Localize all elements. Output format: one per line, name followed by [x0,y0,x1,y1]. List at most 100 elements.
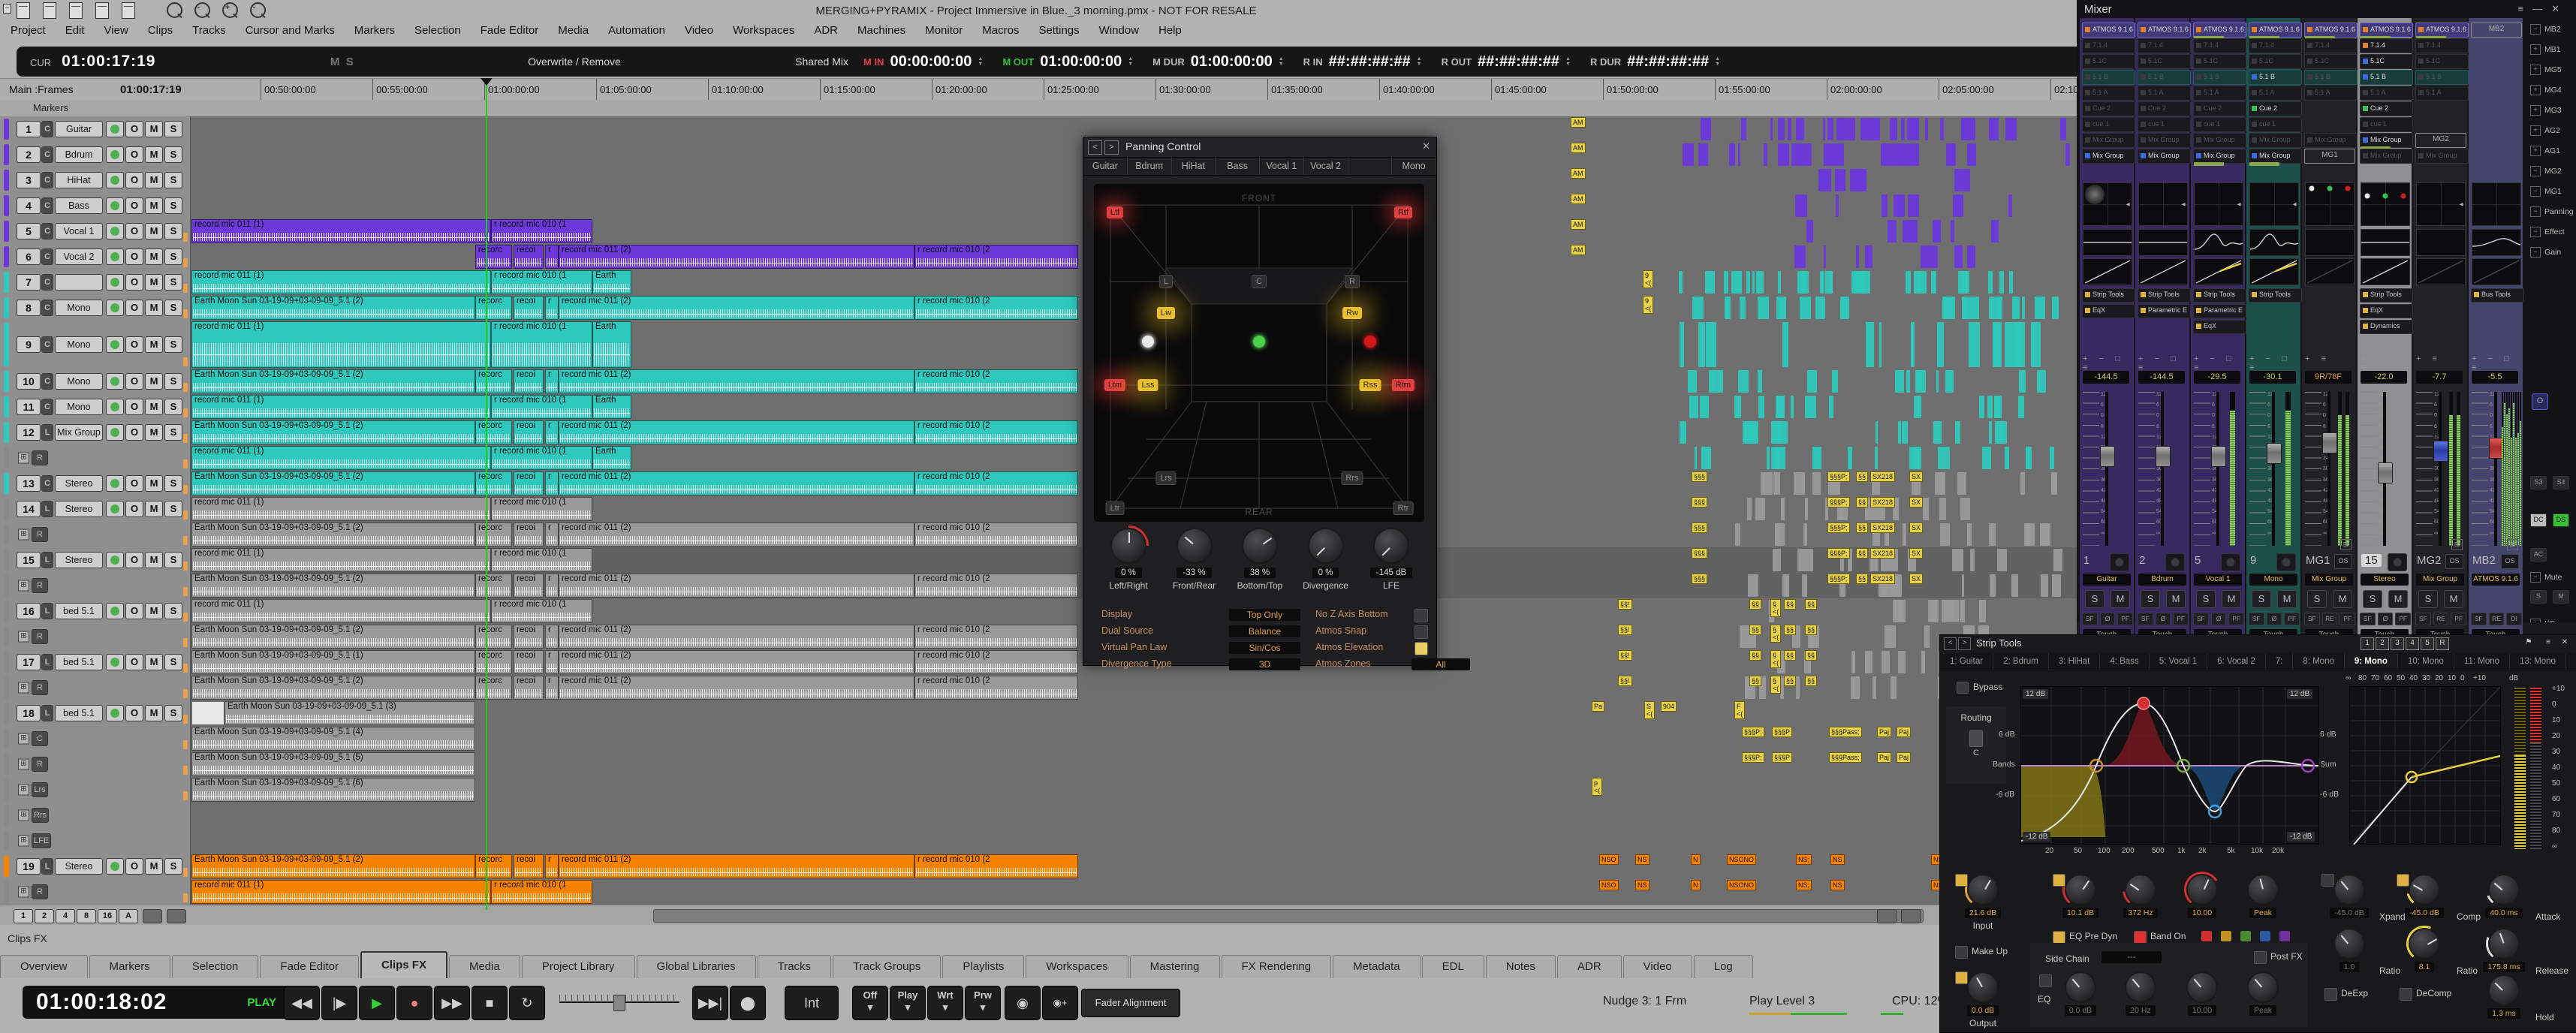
audio-clip[interactable]: Earth Moon Sun 03-19-09+03-09-09_5.1 (6) [191,778,475,802]
setting-display[interactable]: Top Only [1229,609,1300,621]
solo-button[interactable]: S [164,121,182,137]
bus-send-5-1-b[interactable]: 5.1 B [2193,70,2246,85]
clip-fragment[interactable] [1777,421,1780,444]
bus-send-cue-2[interactable]: Cue 2 [2138,101,2191,116]
mark-field-r-dur[interactable]: R DUR##:##:##:##▲▼ [1590,53,1720,71]
clip-fragment[interactable] [1773,472,1779,495]
offline-clip-chip[interactable]: §§ [1749,625,1761,635]
track-number[interactable]: 9 [17,336,41,353]
track-mode-button[interactable]: C [41,475,53,492]
bus-send-5-1c[interactable]: 5.1C [2193,54,2246,69]
clip-fragment[interactable] [2065,143,2070,166]
strip-name[interactable]: Mix Group [2305,574,2353,586]
strip-tab-13-mono[interactable]: 13: Mono [2510,653,2566,670]
offline-clip-chip[interactable]: Paj [1897,752,1911,763]
clip-fragment[interactable] [1731,271,1742,294]
solo-button[interactable]: S [164,223,182,239]
strip-tab-9-mono[interactable]: 9: Mono [2345,653,2398,670]
menu-settings[interactable]: Settings [1038,24,1079,42]
subtrack-channel-button[interactable]: R [32,629,48,644]
tab-overview[interactable]: Overview [0,955,88,978]
audio-clip[interactable]: recoi [514,650,544,674]
offline-clip-chip[interactable]: §§§ [1692,523,1707,533]
clip-fragment[interactable] [1701,447,1711,469]
monitor-button[interactable]: O [125,552,143,568]
track-mode-button[interactable]: C [41,274,53,291]
audio-clip[interactable] [191,701,224,725]
strip-tab-10-mono[interactable]: 10: Mono [2398,653,2454,670]
audio-clip[interactable]: recorc [475,245,512,269]
fx-toolbar[interactable]: + − □ ≡ [2249,354,2297,372]
band-color-5[interactable] [2279,931,2290,941]
audio-clip[interactable]: r record mic 010 (1 [491,395,592,419]
pan-position-dot[interactable] [2364,193,2370,198]
tab-workspaces[interactable]: Workspaces [1026,955,1128,978]
strip-record-button[interactable] [2110,553,2129,571]
clip-fragment[interactable] [1824,143,1828,166]
bus-send-7-1-4[interactable]: 7.1.4 [2138,38,2191,53]
expand-icon[interactable]: ⊞ [18,785,29,796]
expand-icon[interactable]: ⊞ [18,682,29,694]
expand-icon[interactable]: ⊞ [2340,539,2352,550]
strip-io-sf[interactable]: SF [2193,613,2209,625]
clip-fragment[interactable] [2053,549,2062,571]
clip-fragment[interactable] [2050,447,2055,469]
solo-button[interactable]: S [164,858,182,875]
menu-video[interactable]: Video [685,24,713,42]
stop-button[interactable]: ■ [472,986,508,1020]
knob-1-0[interactable]: 1.0 [2323,928,2376,972]
strip-io-ø[interactable]: Ø [2267,613,2282,625]
audio-clip[interactable]: r [545,420,559,444]
tab-log[interactable]: Log [1694,955,1753,978]
bus-send-7-1-4[interactable]: 7.1.4 [2360,38,2413,53]
monitor-button[interactable]: O [125,654,143,670]
clip-fragment[interactable] [1989,297,2000,319]
pan-pad[interactable]: ◄ [2138,182,2188,226]
monitor-button[interactable]: O [125,248,143,265]
offline-clip-chip[interactable]: SX218 [1870,497,1895,507]
offline-clip-chip[interactable]: Paj [1877,727,1891,737]
clip-fragment[interactable] [1895,370,1904,393]
mixer-close-icon[interactable]: ✕ [2551,3,2568,14]
record-ready-button[interactable] [106,336,124,353]
clip-fragment[interactable] [1940,118,1944,140]
audio-clip[interactable]: r [545,245,559,269]
audio-clip[interactable]: r record mic 010 (2 [914,296,1078,320]
track-name[interactable]: HiHat [55,172,103,188]
offline-clip-chip[interactable]: §§§ [1692,574,1707,584]
insert-effect-strip-tools[interactable]: Strip Tools [2360,288,2413,303]
clip-fragment[interactable] [1971,297,1979,319]
bus-send-atmos-9-1-6[interactable]: ATMOS 9.1.6 [2138,23,2191,38]
speaker-rtm[interactable]: Rtm [1392,379,1415,391]
audio-clip[interactable]: recoi [514,471,544,495]
offline-clip-chip[interactable]: SX218 [1870,471,1895,482]
offline-clip-chip[interactable]: Paj [1897,727,1911,737]
audio-clip[interactable]: record mic 011 (1) [191,497,491,521]
clip-fragment[interactable] [1797,271,1809,294]
fader-cap[interactable] [2100,446,2115,467]
offline-clip-chip[interactable]: §§ [1805,676,1817,686]
pan-pad[interactable]: ◄ [2416,182,2466,226]
pan-tab-hihat[interactable]: HiHat [1172,157,1216,175]
pan-tab-guitar[interactable]: Guitar [1083,157,1128,175]
record-ready-button[interactable] [106,121,124,137]
os-button[interactable]: OS [2501,554,2519,569]
bypass-toggle[interactable]: Bypass [1957,682,2002,694]
knob-1-3-ms[interactable]: 1.3 ms [2478,974,2530,1019]
clip-fragment[interactable] [1795,194,1807,217]
atmos-snap-checkbox[interactable] [1415,625,1428,639]
record-ready-button[interactable] [106,705,124,721]
eq-pre-dyn-checkbox[interactable] [2053,931,2065,944]
subtrack-channel-button[interactable]: Rrs [32,808,49,823]
bus-send-atmos-9-1-6[interactable]: ATMOS 9.1.6 [2193,23,2246,38]
strip-mute-button[interactable]: M [2444,590,2463,608]
spinner-icon[interactable]: ▲▼ [1715,56,1720,67]
mute-button[interactable]: M [145,399,163,415]
st-close-icon[interactable]: ✕ [2559,637,2571,649]
shared-mix[interactable]: Shared Mix [795,56,848,68]
fader-gain-value[interactable]: -144.5 [2138,371,2185,384]
offline-clip-chip[interactable]: §<( [1770,599,1781,617]
phase-thumbnail[interactable] [2249,258,2299,285]
knob-10-00[interactable]: 10.00 [2176,874,2228,918]
clip-fragment[interactable] [1683,143,1694,166]
